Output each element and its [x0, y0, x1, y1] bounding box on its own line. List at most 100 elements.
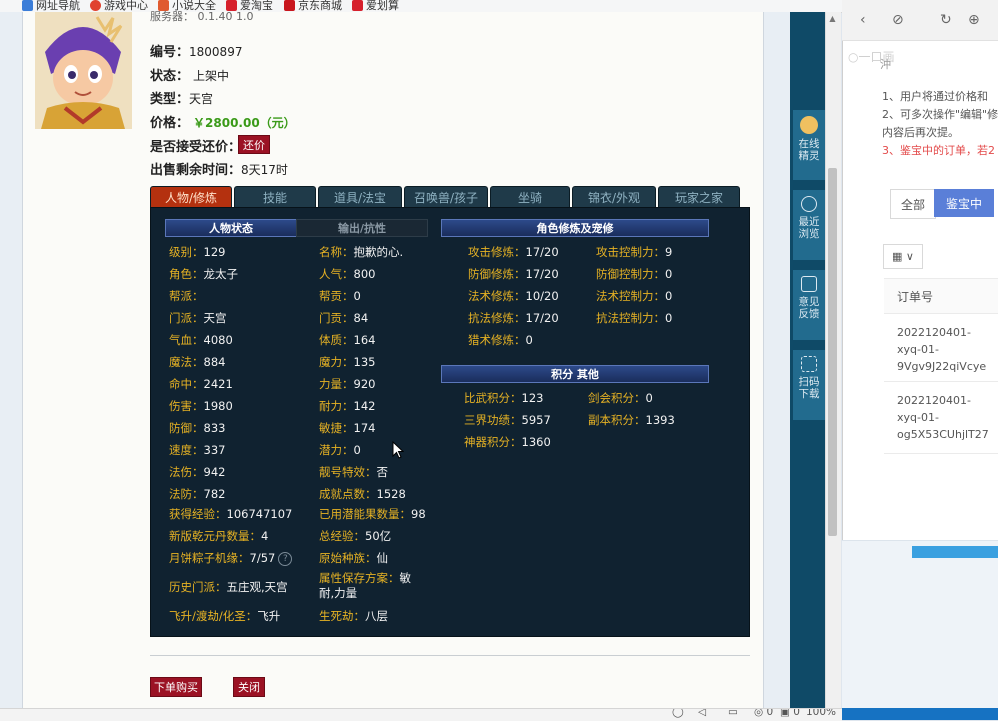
stat-label: 攻击修炼：: [468, 245, 526, 259]
recent-browse-button[interactable]: 最近 浏览: [793, 190, 825, 260]
stat-value: 17/20: [525, 267, 559, 281]
stat-label: 比武积分：: [464, 391, 522, 405]
stat-value: 800: [353, 267, 376, 281]
stat-value: 337: [203, 443, 226, 457]
tab-items[interactable]: 道具/法宝: [318, 186, 402, 208]
stat-value: 1528: [376, 487, 406, 501]
stat-item: 已用潜能果数量：98: [319, 506, 426, 522]
stat-label: 力量：: [319, 377, 354, 391]
stat-value: 123: [521, 391, 544, 405]
tab-mounts[interactable]: 坐骑: [490, 186, 570, 208]
stat-item: 门贡：84: [319, 310, 368, 326]
stat-item: 属性保存方案：敏耐,力量: [319, 571, 424, 601]
right-text-zero: 沖: [880, 58, 891, 71]
stat-item: 帮派：: [169, 288, 204, 304]
stat-value: 164: [353, 333, 376, 347]
stat-item: 敏捷：174: [319, 420, 375, 436]
stat-value: 9: [665, 245, 673, 259]
clock-icon: [801, 196, 817, 212]
counter-two: ▣ 0: [780, 708, 800, 718]
zoom-level[interactable]: 100%: [806, 709, 836, 718]
buy-button[interactable]: 下单购买: [150, 677, 202, 697]
stat-value: 17/20: [525, 245, 559, 259]
lock-icon[interactable]: ▭: [728, 709, 738, 718]
item-bargain: 是否接受还价：: [150, 140, 242, 155]
stat-item: 速度：337: [169, 442, 225, 458]
tab-skills[interactable]: 技能: [234, 186, 316, 208]
stat-value: 4: [261, 529, 269, 543]
table-row[interactable]: 2022120401- xyq-01- 9Vgv9J22qiVcye: [884, 314, 998, 382]
stat-value: 五庄观,天宫: [226, 580, 288, 594]
right-lower-area: [842, 540, 998, 711]
stat-label: 潜力：: [319, 443, 354, 457]
stat-item: 人气：800: [319, 266, 375, 282]
refresh-icon[interactable]: ↻: [940, 12, 952, 28]
stat-label: 法伤：: [169, 465, 204, 479]
stat-label: 成就点数：: [319, 487, 377, 501]
tab-pets[interactable]: 召唤兽/孩子: [404, 186, 488, 208]
stat-value: 0: [353, 443, 361, 457]
link-icon[interactable]: ⊘: [892, 12, 904, 28]
filter-all-button[interactable]: 全部: [890, 189, 936, 219]
stat-label: 已用潜能果数量：: [319, 507, 411, 521]
feedback-button[interactable]: 意见 反馈: [793, 270, 825, 340]
stat-label: 魔法：: [169, 355, 204, 369]
filter-appraising-button[interactable]: 鉴宝中: [934, 189, 994, 217]
stat-value: 龙太子: [203, 267, 239, 281]
stat-label: 抗法修炼：: [468, 311, 526, 325]
stat-item: 防御：833: [169, 420, 225, 436]
stat-item: 新版乾元丹数量：4: [169, 528, 268, 544]
stat-label: 抗法控制力：: [596, 311, 665, 325]
stat-label: 属性保存方案：: [319, 571, 400, 585]
stat-label: 门派：: [169, 311, 204, 325]
tab-character[interactable]: 人物/修炼: [150, 186, 232, 208]
stat-value: 0: [525, 333, 533, 347]
stat-label: 剑会积分：: [588, 391, 646, 405]
scrollbar-thumb[interactable]: [828, 168, 837, 536]
stat-item: 法术控制力：0: [596, 288, 672, 304]
header-character-status[interactable]: 人物状态: [165, 219, 297, 237]
back-icon[interactable]: ‹: [860, 12, 866, 28]
tab-home[interactable]: 玩家之家: [658, 186, 740, 208]
stat-item: 猎术修炼：0: [468, 332, 533, 348]
stat-item: 攻击修炼：17/20: [468, 244, 559, 260]
grid-view-select[interactable]: ▦ ∨: [883, 244, 923, 269]
counter-one: ◎ 0: [754, 708, 774, 718]
stat-label: 敏捷：: [319, 421, 354, 435]
stat-label: 命中：: [169, 377, 204, 391]
stat-label: 新版乾元丹数量：: [169, 529, 261, 543]
stat-value: 0: [665, 311, 673, 325]
scan-download-button[interactable]: 扫码 下载: [793, 350, 825, 420]
rule-line-2: 2、可多次操作"编辑"修: [882, 108, 998, 121]
tab-appearance[interactable]: 锦衣/外观: [572, 186, 656, 208]
item-type: 类型：天宫: [150, 92, 214, 107]
close-button[interactable]: 关闭: [233, 677, 265, 697]
stat-value: 敏: [399, 571, 412, 585]
order-column-header: 订单号: [884, 278, 998, 314]
header-output-resistance[interactable]: 输出/抗性: [296, 219, 428, 237]
header-points: 积分 其他: [441, 365, 709, 383]
stat-label: 飞升/渡劫/化圣：: [169, 609, 258, 623]
help-icon[interactable]: ?: [278, 551, 293, 566]
globe-icon[interactable]: ⊕: [968, 12, 980, 28]
sound-icon[interactable]: ◁: [698, 709, 706, 718]
stat-item: 飞升/渡劫/化圣：飞升: [169, 608, 280, 624]
rule-line-2b: 内容后再次提。: [882, 126, 959, 139]
table-row[interactable]: 2022120401- xyq-01- og5X53CUhjlT27: [884, 382, 998, 454]
stat-label: 级别：: [169, 245, 204, 259]
online-assistant-button[interactable]: 在线 精灵: [793, 110, 825, 180]
stat-item: 防御控制力：0: [596, 266, 672, 282]
stat-item: 抗法控制力：0: [596, 310, 672, 326]
stat-item: 月饼粽子机缘：7/57?: [169, 550, 293, 566]
stat-label: 神器积分：: [464, 435, 522, 449]
stat-value: 84: [353, 311, 369, 325]
item-remaining-time: 出售剩余时间：8天17时: [150, 163, 288, 178]
bargain-button[interactable]: 还价: [238, 135, 270, 154]
stat-label: 获得经验：: [169, 507, 227, 521]
stat-item: 抗法修炼：17/20: [468, 310, 559, 326]
stat-item: 级别：129: [169, 244, 225, 260]
stat-item: 副本积分：1393: [588, 412, 675, 428]
shield-icon[interactable]: ◯: [672, 709, 684, 718]
scroll-up-icon[interactable]: ▲: [828, 14, 837, 23]
stat-label: 门贡：: [319, 311, 354, 325]
